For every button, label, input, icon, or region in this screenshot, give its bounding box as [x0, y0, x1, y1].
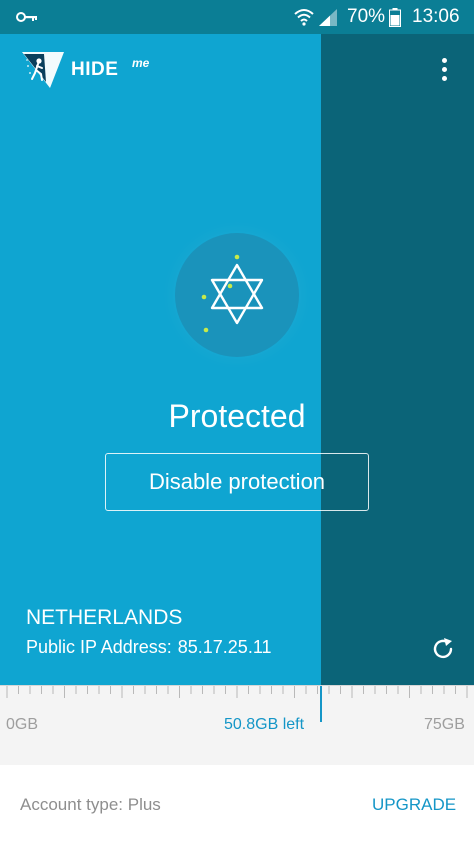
- account-bar: Account type: Plus UPGRADE: [0, 765, 474, 843]
- status-bar: 70% 13:06: [0, 0, 474, 34]
- refresh-icon[interactable]: [430, 636, 456, 662]
- wifi-icon: [294, 9, 314, 26]
- protection-status: Protected: [168, 398, 306, 434]
- usage-ticks: [6, 686, 468, 698]
- protection-panel: HIDE me Protected Disable protection NET…: [0, 34, 474, 685]
- protection-indicator[interactable]: [175, 233, 299, 357]
- data-usage-meter: 0GB 50.8GB left 75GB: [0, 685, 474, 765]
- clock: 13:06: [412, 6, 460, 27]
- battery-percent: 70%: [347, 6, 386, 27]
- usage-remaining-label: 50.8GB left: [224, 716, 305, 733]
- ip-value: 85.17.25.11: [177, 637, 272, 657]
- usage-max-label: 75GB: [424, 716, 465, 733]
- brand-name: HIDE: [71, 59, 119, 80]
- public-ip: Public IP Address: 85.17.25.11: [26, 637, 278, 658]
- usage-min-label: 0GB: [6, 716, 39, 733]
- star-of-david-icon: [201, 254, 264, 333]
- signal-icon: [319, 9, 337, 26]
- hideme-logo-icon: [22, 52, 64, 88]
- vpn-location: NETHERLANDS: [26, 606, 183, 629]
- ip-label: Public IP Address:: [26, 637, 172, 657]
- usage-marker: [320, 686, 322, 722]
- usage-fill-panel: [0, 34, 321, 685]
- account-type: Account type: Plus: [20, 795, 161, 814]
- battery-icon: [389, 8, 401, 27]
- brand-suffix: me: [132, 56, 150, 70]
- key-icon: [16, 12, 37, 22]
- disable-protection-button[interactable]: Disable protection: [105, 453, 369, 511]
- more-vert-icon[interactable]: [432, 56, 456, 84]
- app-logo: HIDE me: [20, 46, 170, 92]
- upgrade-link[interactable]: UPGRADE: [372, 795, 456, 815]
